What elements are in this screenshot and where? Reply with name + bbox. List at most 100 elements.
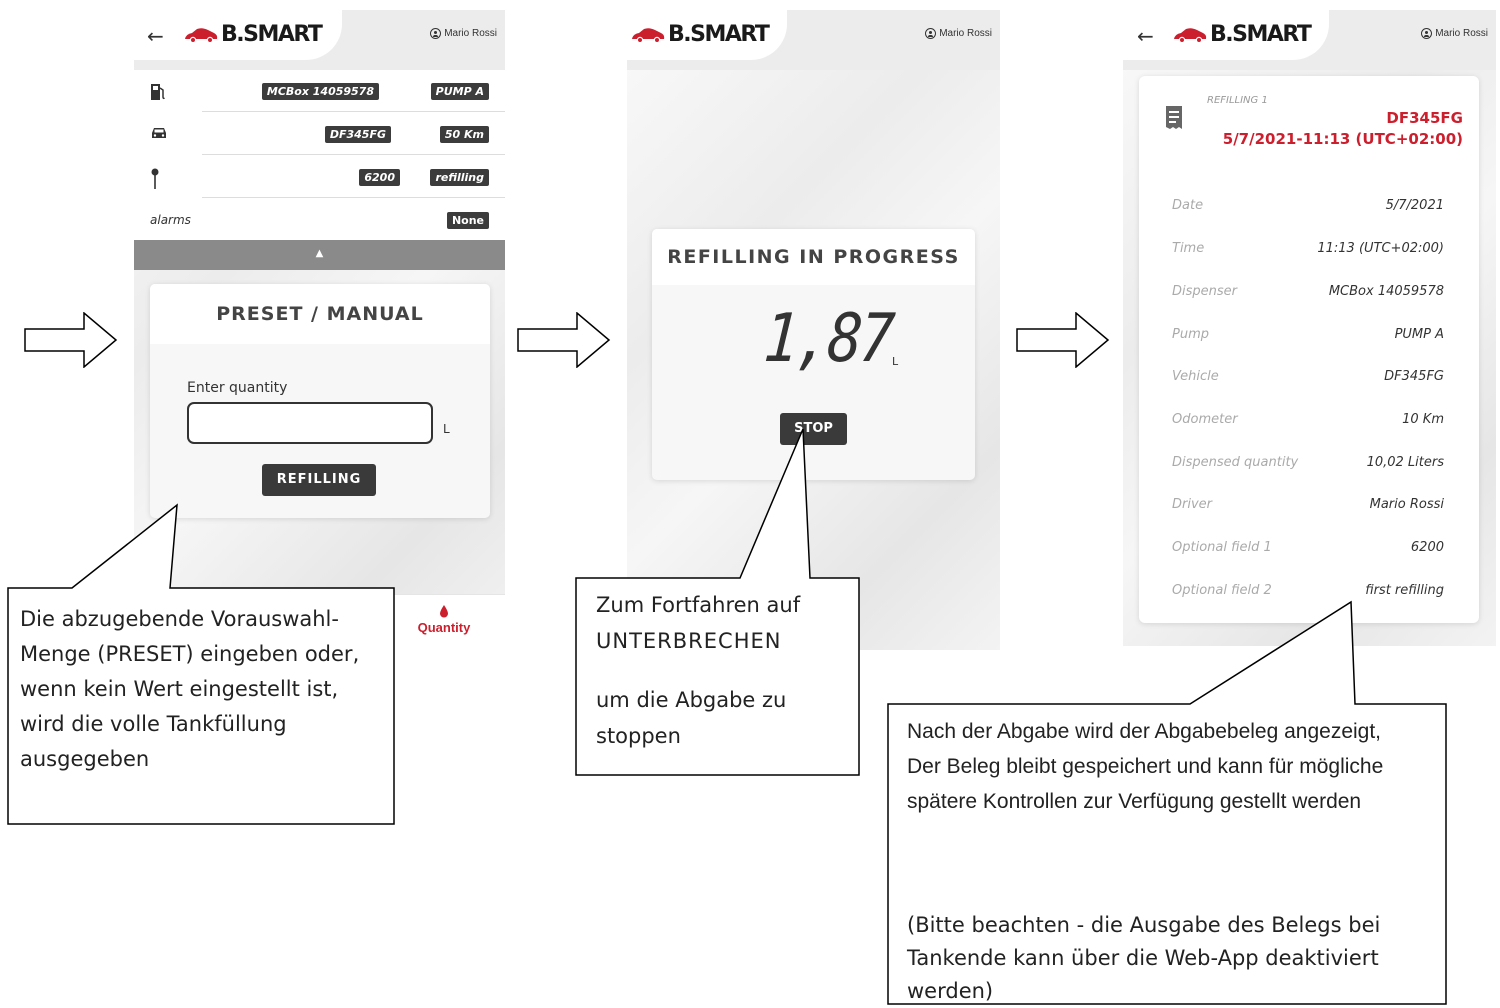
user-menu[interactable]: Mario Rossi — [430, 28, 497, 39]
brand-logo: B.SMART — [184, 22, 323, 47]
logo-text: B.SMART — [1210, 22, 1312, 47]
receipt-row-value: PUMP A — [1394, 327, 1444, 342]
user-menu[interactable]: Mario Rossi — [925, 28, 992, 39]
quantity-readout: 1,87 — [761, 298, 895, 378]
collapse-panel-button[interactable]: ▲ — [134, 240, 505, 270]
car-logo-icon — [1174, 27, 1207, 43]
tab-quantity[interactable]: Quantity — [404, 605, 484, 635]
callout-stop-line3: um die Abgabe zu stoppen — [596, 688, 787, 748]
readout-unit: L — [892, 355, 899, 368]
user-icon — [925, 28, 937, 39]
card-title: REFILLING IN PROGRESS — [652, 229, 975, 285]
receipt-row-value: 11:13 (UTC+02:00) — [1317, 241, 1444, 256]
user-name: Mario Rossi — [939, 28, 992, 39]
receipt-card: REFILLING 1 DF345FG 5/7/2021-11:13 (UTC+… — [1139, 76, 1479, 623]
receipt-row-label: Pump — [1172, 327, 1209, 342]
pin-icon — [150, 168, 160, 194]
field2-tag: refilling — [430, 169, 489, 186]
receipt-row-label: Optional field 1 — [1172, 540, 1272, 555]
flow-arrow-icon — [24, 312, 118, 368]
info-row-vehicle: DF345FG 50 Km — [134, 113, 505, 155]
user-icon — [1421, 28, 1433, 39]
logo-text: B.SMART — [221, 22, 323, 47]
receipt-row-label: Dispenser — [1172, 284, 1237, 299]
receipt-row: Driver Mario Rossi — [1172, 497, 1444, 517]
callout-preset-text: Die abzugebende Vorauswahl-Menge (PRESET… — [20, 607, 360, 771]
receipt-row-label: Driver — [1172, 497, 1213, 512]
flow-arrow-icon — [517, 312, 611, 368]
car-logo-icon — [185, 27, 218, 43]
receipt-row-value: Mario Rossi — [1369, 497, 1444, 512]
receipt-datetime: 5/7/2021-11:13 (UTC+02:00) — [1222, 130, 1463, 148]
receipt-row-label: Odometer — [1172, 412, 1238, 427]
user-name: Mario Rossi — [1435, 28, 1488, 39]
chevron-up-icon: ▲ — [315, 248, 324, 259]
row-divider — [202, 197, 505, 198]
card-title: PRESET / MANUAL — [150, 284, 490, 344]
quantity-input[interactable] — [187, 402, 433, 444]
transaction-info-panel: MCBox 14059578 PUMP A DF345FG 50 Km 6200… — [134, 70, 505, 240]
refilling-label: REFILLING 1 — [1207, 95, 1268, 106]
callout-stop: Zum Fortfahren auf UNTERBRECHEN um die A… — [570, 425, 866, 781]
user-icon — [430, 28, 442, 39]
callout-receipt-note: (Bitte beachten - die Ausgabe des Belegs… — [907, 913, 1381, 1003]
receipt-row: Dispensed quantity 10,02 Liters — [1172, 455, 1444, 475]
receipt-row: Pump PUMP A — [1172, 327, 1444, 347]
receipt-row-value: 10,02 Liters — [1366, 455, 1444, 470]
callout-receipt-text: Nach der Abgabe wird der Abgabebeleg ang… — [907, 720, 1384, 813]
dispenser-tag: MCBox 14059578 — [261, 83, 379, 100]
refilling-button[interactable]: REFILLING — [262, 464, 376, 496]
receipt-row-value: 5/7/2021 — [1385, 198, 1444, 213]
receipt-row: Date 5/7/2021 — [1172, 198, 1444, 218]
tab-quantity-label: Quantity — [417, 620, 471, 635]
info-row-dispenser: MCBox 14059578 PUMP A — [134, 70, 505, 112]
flow-arrow-icon — [1016, 312, 1110, 368]
receipt-row-value: 6200 — [1410, 540, 1444, 555]
receipt-row: Vehicle DF345FG — [1172, 369, 1444, 389]
field1-tag: 6200 — [359, 169, 400, 186]
car-icon — [150, 125, 168, 144]
receipt-row: Time 11:13 (UTC+02:00) — [1172, 241, 1444, 261]
brand-logo: B.SMART — [631, 22, 770, 47]
receipt-row-value: MCBox 14059578 — [1328, 284, 1444, 299]
plate-tag: DF345FG — [324, 126, 391, 143]
odometer-tag: 50 Km — [439, 126, 489, 143]
car-logo-icon — [632, 27, 665, 43]
back-arrow-icon[interactable]: ← — [147, 24, 164, 48]
receipt-row-label: Time — [1172, 241, 1205, 256]
receipt-row-label: Dispensed quantity — [1172, 455, 1299, 470]
receipt-row: Dispenser MCBox 14059578 — [1172, 284, 1444, 304]
receipt-plate: DF345FG — [1386, 109, 1463, 127]
receipt-row-value: DF345FG — [1384, 369, 1444, 384]
alarms-label: alarms — [150, 213, 191, 227]
info-row-fields: 6200 refilling — [134, 156, 505, 198]
app-header: B.SMART Mario Rossi — [627, 10, 1000, 70]
app-header: ← B.SMART Mario Rossi — [134, 10, 505, 70]
screen-receipt: ← B.SMART Mario Rossi REFILLING 1 DF345F… — [1123, 10, 1496, 646]
callout-preset: Die abzugebende Vorauswahl-Menge (PRESET… — [0, 500, 400, 830]
fuel-pump-icon — [150, 82, 166, 106]
unit-label: L — [443, 422, 450, 436]
callout-receipt: Nach der Abgabe wird der Abgabebeleg ang… — [885, 596, 1451, 1006]
receipt-row-value: 10 Km — [1402, 412, 1444, 427]
drop-icon — [440, 605, 448, 618]
alarms-tag: None — [446, 212, 489, 229]
logo-text: B.SMART — [668, 22, 770, 47]
receipt-row: Optional field 1 6200 — [1172, 540, 1444, 560]
quantity-label: Enter quantity — [187, 380, 288, 396]
receipt-icon — [1166, 106, 1182, 129]
receipt-row: Odometer 10 Km — [1172, 412, 1444, 432]
receipt-row-label: Vehicle — [1172, 369, 1219, 384]
back-arrow-icon[interactable]: ← — [1137, 24, 1154, 48]
user-menu[interactable]: Mario Rossi — [1421, 28, 1488, 39]
callout-stop-line1: Zum Fortfahren auf — [596, 593, 801, 617]
pump-tag: PUMP A — [430, 83, 489, 100]
row-divider — [202, 154, 505, 155]
callout-stop-line2: UNTERBRECHEN — [596, 629, 782, 653]
receipt-row-label: Date — [1172, 198, 1204, 213]
app-header: ← B.SMART Mario Rossi — [1123, 10, 1496, 70]
brand-logo: B.SMART — [1173, 22, 1312, 47]
user-name: Mario Rossi — [444, 28, 497, 39]
row-divider — [202, 111, 505, 112]
info-row-alarms: alarms None — [134, 199, 505, 241]
